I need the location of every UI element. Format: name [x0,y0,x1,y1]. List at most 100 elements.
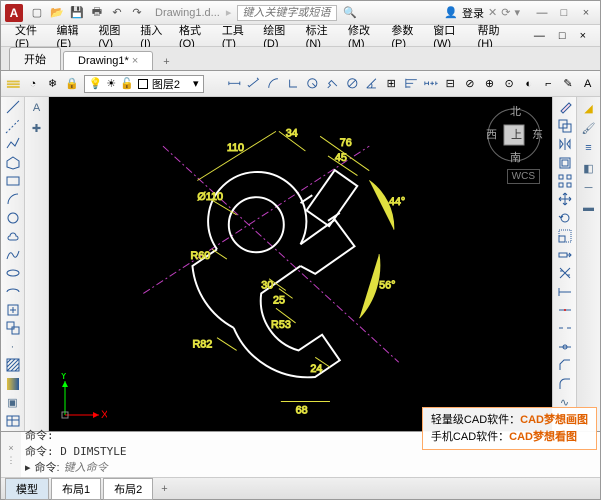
dim-tedit-icon[interactable]: A [579,74,596,94]
hatch-icon[interactable] [4,357,22,373]
print-icon[interactable]: 🖶 [89,5,105,21]
login-text[interactable]: 登录 [462,5,484,21]
command-input[interactable] [64,461,596,474]
wcs-label[interactable]: WCS [507,169,540,184]
dim-quick-icon[interactable]: ⊞ [383,74,400,94]
stretch-icon[interactable] [556,247,574,263]
extend-icon[interactable] [556,283,574,299]
rectangle-icon[interactable] [4,173,22,189]
revision-cloud-icon[interactable] [4,228,22,244]
arc-icon[interactable] [4,191,22,207]
layer-freeze-icon[interactable]: ❄ [44,74,61,94]
new-icon[interactable]: ▢ [29,5,45,21]
add-layout-icon[interactable]: + [155,483,173,495]
fillet-icon[interactable] [556,376,574,392]
color-icon[interactable]: ◧ [580,159,598,177]
doc-min-button[interactable]: — [528,28,551,44]
dim-edit-icon[interactable]: ✎ [560,74,577,94]
minimize-button[interactable]: — [532,7,552,19]
cmd-handle-icon[interactable]: ⋮ [7,455,16,466]
offset-icon[interactable] [556,154,574,170]
array-icon[interactable] [556,173,574,189]
point-icon[interactable]: · [4,339,22,355]
dim-break-icon[interactable]: ⊘ [462,74,479,94]
dim-angular-icon[interactable] [363,74,380,94]
search-input[interactable] [237,5,337,21]
join-icon[interactable] [556,339,574,355]
add-selected-icon[interactable]: ✚ [28,119,46,137]
layer-dropdown-icon[interactable]: ▾ [193,77,199,90]
search-icon[interactable]: 🔍 [343,6,357,19]
dim-aligned-icon[interactable] [245,74,262,94]
linetype-icon[interactable]: ─ [580,179,598,197]
dim-space-icon[interactable]: ⊟ [442,74,459,94]
doc-max-button[interactable]: □ [553,28,572,44]
exchange-icon[interactable]: ✕ [488,6,497,19]
dim-radius-icon[interactable] [304,74,321,94]
doc-close-button[interactable]: × [574,28,592,44]
scale-icon[interactable] [556,228,574,244]
break-icon[interactable] [556,320,574,336]
lineweight-icon[interactable]: ▬ [580,199,598,217]
cloud-icon[interactable]: ⟳ [501,6,510,19]
maximize-button[interactable]: □ [554,7,574,19]
move-icon[interactable] [556,191,574,207]
dim-arc-icon[interactable] [265,74,282,94]
break-point-icon[interactable] [556,302,574,318]
cmd-expand-icon[interactable]: ▸ [25,461,31,474]
mtext-icon[interactable]: A [28,99,46,117]
cmd-close-icon[interactable]: × [8,443,13,453]
dim-inspect-icon[interactable]: ◐ [520,74,537,94]
layer-lock-icon[interactable]: 🔒 [64,74,81,94]
tab-start[interactable]: 开始 [9,47,61,70]
region-icon[interactable]: ▣ [4,394,22,410]
copy-icon[interactable] [556,117,574,133]
chamfer-icon[interactable] [556,357,574,373]
status-tab-layout2[interactable]: 布局2 [103,478,153,500]
open-icon[interactable]: 📂 [49,5,65,21]
ellipse-arc-icon[interactable] [4,283,22,299]
dim-jog-icon[interactable] [324,74,341,94]
dim-diameter-icon[interactable] [344,74,361,94]
view-cube[interactable]: 上 北 南 东 西 [484,105,544,165]
drawing-canvas[interactable]: 110 34 76 45 Ø110 44° 56° R60 R53 R82 30… [49,97,552,431]
gradient-icon[interactable] [4,376,22,392]
match-props-icon[interactable]: 🖌 [580,119,598,137]
trim-icon[interactable] [556,265,574,281]
status-tab-model[interactable]: 模型 [5,478,49,500]
status-tab-layout1[interactable]: 布局1 [51,478,101,500]
layer-selector[interactable]: 💡☀🔓 图层2 ▾ [84,75,204,93]
properties-icon[interactable]: ◢ [580,99,598,117]
close-button[interactable]: × [576,7,596,19]
rotate-icon[interactable] [556,210,574,226]
polyline-icon[interactable] [4,136,22,152]
login-icon[interactable]: 👤 [444,6,458,19]
mirror-icon[interactable] [556,136,574,152]
dim-jogline-icon[interactable]: ⌐ [540,74,557,94]
polygon-icon[interactable] [4,154,22,170]
undo-icon[interactable]: ↶ [109,5,125,21]
ellipse-icon[interactable] [4,265,22,281]
redo-icon[interactable]: ↷ [129,5,145,21]
dim-ord-icon[interactable] [285,74,302,94]
dim-linear-icon[interactable] [226,74,243,94]
make-block-icon[interactable] [4,320,22,336]
construction-line-icon[interactable] [4,117,22,133]
line-icon[interactable] [4,99,22,115]
layer-state-icon[interactable]: ◔ [25,74,42,94]
dim-baseline-icon[interactable] [403,74,420,94]
layer-props-icon[interactable] [5,74,22,94]
tab-drawing1[interactable]: Drawing1* × [63,51,153,70]
dim-tolerance-icon[interactable]: ⊕ [481,74,498,94]
circle-icon[interactable] [4,210,22,226]
new-tab-button[interactable]: + [155,54,177,70]
dim-center-icon[interactable]: ⊙ [501,74,518,94]
insert-block-icon[interactable] [4,302,22,318]
dim-continue-icon[interactable] [422,74,439,94]
bylayer-icon[interactable]: ≡ [580,139,598,157]
save-icon[interactable]: 💾 [69,5,85,21]
erase-icon[interactable] [556,99,574,115]
close-tab-icon[interactable]: × [132,55,138,67]
spline-icon[interactable] [4,247,22,263]
table-icon[interactable] [4,412,22,428]
